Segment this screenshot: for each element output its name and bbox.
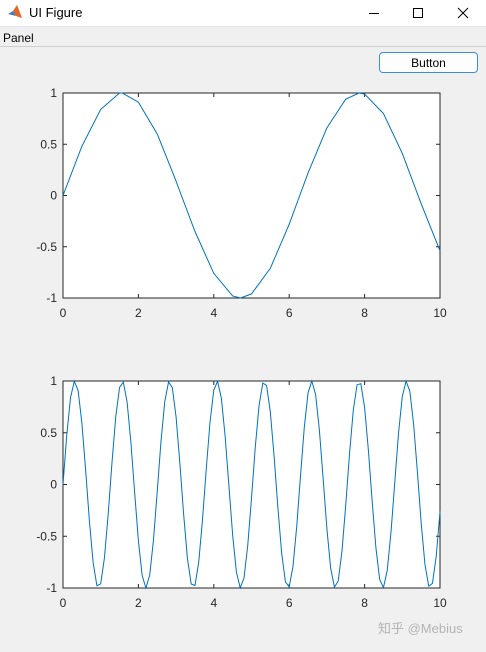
x-tick-label: 4	[210, 596, 217, 610]
axes-1: 0 2 4 6 8 10 1 0.5 0 -0.5 -1	[36, 86, 447, 320]
plot-area: 0 2 4 6 8 1010.50-0.5-10 2 4 6 8 1010.50-0.5-1	[36, 86, 447, 610]
x-tick-label: 6	[286, 306, 293, 320]
x-tick-label: 0	[60, 306, 67, 320]
x-tick-label: 2	[135, 306, 142, 320]
axes-box	[62, 380, 441, 589]
y-tick-label: 0.5	[40, 137, 57, 151]
watermark: 知乎 @Mebius	[378, 621, 463, 636]
y-tick-label: 1	[50, 86, 57, 100]
y-tick-label: -0.5	[36, 240, 57, 254]
axes-box	[62, 92, 441, 299]
x-tick-label: 8	[361, 306, 368, 320]
x-tick-label: 2	[135, 596, 142, 610]
y-tick-label: -1	[46, 291, 57, 305]
y-tick-label: 1	[50, 374, 57, 388]
y-tick-label: -0.5	[36, 529, 57, 543]
y-tick-label: 0	[50, 189, 57, 203]
x-tick-label: 10	[433, 596, 447, 610]
x-tick-label: 0	[60, 596, 67, 610]
axes-2: 0 2 4 6 8 10 1 0.5 0 -0.5 -1	[36, 374, 447, 610]
y-tick-label: 0	[50, 478, 57, 492]
x-tick-label: 4	[210, 306, 217, 320]
y-tick-label: 0.5	[40, 426, 57, 440]
x-tick-label: 8	[361, 596, 368, 610]
x-tick-label: 10	[433, 306, 447, 320]
x-tick-label: 6	[286, 596, 293, 610]
y-tick-label: -1	[46, 581, 57, 595]
